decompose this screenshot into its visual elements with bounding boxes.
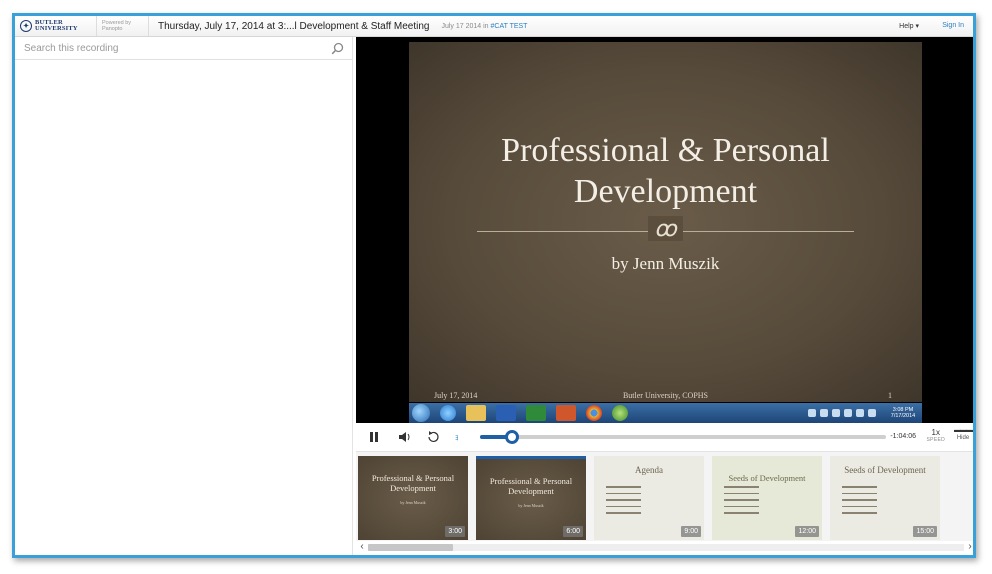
speed-label: SPEED [926, 437, 945, 443]
media-icon [612, 405, 628, 421]
top-bar: ✦ BUTLER UNIVERSITY Powered by Panopto T… [15, 16, 973, 37]
thumbnail-bullets [842, 486, 912, 519]
thumbnail-bullet-line [842, 499, 877, 501]
thumbnail-title: Professional & Personal Development [371, 473, 455, 493]
thumbnail-bullet-line [724, 492, 759, 494]
recording-title: Thursday, July 17, 2014 at 3:...l Develo… [158, 20, 430, 32]
thumbnail-bullets [724, 486, 794, 519]
university-logo[interactable]: ✦ BUTLER UNIVERSITY [15, 16, 97, 36]
timeline-handle[interactable] [505, 430, 520, 444]
hide-button[interactable]: ▬▬▬ Hide [954, 427, 973, 441]
slide-thumbnail[interactable]: Professional & Personal Development by Je… [358, 456, 468, 540]
scroll-track[interactable] [368, 544, 964, 551]
windows-taskbar: 3:08 PM 7/17/2014 [409, 403, 922, 423]
search-bar [15, 37, 352, 60]
player-controls: ﾖ -1:04:06 1x SPEED ▬▬▬ Hide [356, 423, 973, 451]
grid-icon: ▬▬▬ [954, 427, 973, 434]
powerpoint-icon [556, 405, 576, 421]
hide-label: Hide [956, 435, 970, 441]
slide-thumbnail[interactable]: Agenda 9:00 [594, 456, 704, 540]
word-icon [496, 405, 516, 421]
slide-thumbnail[interactable]: Seeds of Development 12:00 [712, 456, 822, 540]
slide-thumbnail[interactable]: Seeds of Development 15:00 [830, 456, 940, 540]
slide-author: by Jenn Muszik [611, 254, 720, 273]
rewind-icon[interactable] [426, 431, 440, 443]
thumbnail-timestamp: 12:00 [795, 526, 819, 537]
thumbnail-bullet-line [842, 505, 877, 507]
speed-value: 1x [931, 428, 940, 437]
taskbar-clock: 3:08 PM 7/17/2014 [890, 407, 916, 419]
timeline-scrubber[interactable] [480, 430, 886, 444]
sign-in-link[interactable]: Sign In [942, 22, 964, 29]
tray-icon [844, 409, 852, 417]
thumbnail-subtitle: by Jenn Muszik [400, 500, 426, 505]
tray-icon [832, 409, 840, 417]
slide-footer-institution: Butler University, COPHS [622, 391, 709, 400]
thumbnail-bullet-line [606, 512, 641, 514]
volume-icon[interactable] [398, 431, 412, 443]
chrome-icon [586, 405, 602, 421]
thumbnail-timestamp: 6:00 [563, 526, 583, 537]
pause-icon[interactable] [369, 431, 379, 443]
thumbnail-bullet-line [606, 505, 641, 507]
university-seal-icon: ✦ [20, 20, 32, 32]
time-remaining: -1:04:06 [890, 433, 916, 440]
thumbnail-bullet-line [724, 505, 759, 507]
video-player[interactable]: Professional & Personal Development ꝏ by… [356, 37, 973, 423]
thumbnail-bullet-line [606, 486, 641, 488]
speed-button[interactable]: 1x SPEED [927, 428, 945, 443]
thumbnail-bullets [606, 486, 676, 519]
app-window: ✦ BUTLER UNIVERSITY Powered by Panopto T… [12, 13, 976, 558]
recording-meta: July 17 2014 in #CAT TEST [441, 23, 527, 30]
left-panel [15, 37, 353, 555]
thumbnail-bullet-line [724, 512, 759, 514]
thumbnail-timestamp: 9:00 [681, 526, 701, 537]
thumbnail-timestamp: 15:00 [913, 526, 937, 537]
tray-icon [808, 409, 816, 417]
tray-icon [868, 409, 876, 417]
thumbnail-bullet-line [724, 486, 759, 488]
thumbnail-bullet-line [606, 499, 641, 501]
slide-thumbnail[interactable]: Professional & Personal Development by Je… [476, 456, 586, 540]
system-tray: 3:08 PM 7/17/2014 [758, 405, 918, 421]
folder-link[interactable]: #CAT TEST [491, 23, 528, 30]
scroll-thumb[interactable] [368, 544, 453, 551]
search-icon[interactable] [331, 42, 344, 55]
thumbnail-bullet-line [842, 486, 877, 488]
search-input[interactable] [24, 42, 314, 54]
thumbnail-bullet-line [842, 512, 877, 514]
folder-icon [466, 405, 486, 421]
thumbnail-subtitle: by Jenn Muszik [518, 503, 544, 508]
flourish-icon: ꝏ [409, 216, 922, 242]
slide-page-number: 1 [888, 391, 892, 400]
ie-icon [440, 405, 456, 421]
presentation-slide: Professional & Personal Development ꝏ by… [409, 42, 922, 402]
thumbnail-scrollbar[interactable]: ‹ › [356, 541, 973, 553]
powered-by-label: Powered by Panopto [97, 16, 149, 36]
scroll-left-icon[interactable]: ‹ [357, 541, 367, 553]
scroll-right-icon[interactable]: › [965, 541, 973, 553]
thumbnail-title: Seeds of Development [844, 465, 926, 475]
slide-title: Professional & Personal Development [501, 132, 830, 210]
logo-text: BUTLER UNIVERSITY [35, 18, 78, 32]
thumbnail-timestamp: 3:00 [445, 526, 465, 537]
windows-start-icon [412, 404, 430, 422]
thumbnail-strip: Professional & Personal Development by Je… [356, 451, 973, 541]
thumbnail-title: Professional & Personal Development [489, 476, 573, 496]
thumbnail-bullet-line [606, 492, 641, 494]
tray-icon [856, 409, 864, 417]
live-button[interactable]: ﾖ [455, 433, 469, 445]
help-menu[interactable]: Help ▾ [899, 22, 919, 30]
thumbnail-bullet-line [724, 499, 759, 501]
thumbnail-title: Seeds of Development [728, 473, 806, 483]
thumbnail-title: Agenda [635, 465, 663, 475]
recording-date: July 17 2014 in [441, 22, 489, 30]
tray-icon [820, 409, 828, 417]
thumbnail-bullet-line [842, 492, 877, 494]
excel-icon [526, 405, 546, 421]
